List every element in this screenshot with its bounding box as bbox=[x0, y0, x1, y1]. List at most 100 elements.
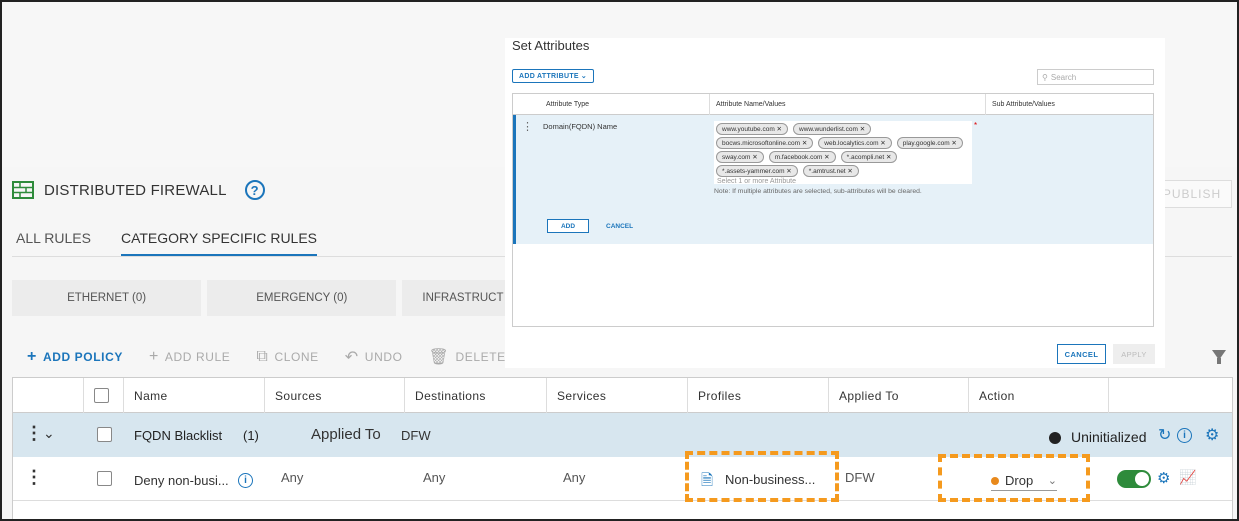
page-header: DISTRIBUTED FIREWALL ? bbox=[12, 180, 265, 200]
rules-toolbar: + ADD POLICY + ADD RULE ⧉ CLONE ↶ UNDO 🗑… bbox=[27, 347, 506, 367]
rule-enabled-toggle[interactable] bbox=[1117, 470, 1151, 488]
gear-icon[interactable]: ⚙ bbox=[1205, 425, 1219, 445]
attributes-table: Attribute Type Attribute Name/Values Sub… bbox=[512, 93, 1154, 327]
stats-icon[interactable]: 📈 bbox=[1179, 469, 1196, 486]
status-dot-icon bbox=[1049, 432, 1061, 444]
add-rule-label: ADD RULE bbox=[164, 350, 231, 364]
row-cancel-button[interactable]: CANCEL bbox=[606, 219, 633, 233]
policy-checkbox[interactable] bbox=[97, 427, 112, 442]
trash-icon: 🗑 bbox=[428, 349, 450, 366]
profiles-highlight-box bbox=[685, 451, 839, 502]
rule-services[interactable]: Any bbox=[563, 470, 585, 485]
value-chip[interactable]: web.localytics.com ✕ bbox=[818, 137, 892, 149]
undo-label: UNDO bbox=[364, 350, 403, 364]
info-icon[interactable]: i bbox=[238, 473, 253, 488]
add-policy-button[interactable]: + ADD POLICY bbox=[27, 348, 123, 366]
set-attributes-dialog: Set Attributes ADD ATTRIBUTE ⌄ ⚲ Search … bbox=[505, 38, 1165, 368]
policy-rule-count: (1) bbox=[243, 428, 259, 443]
rule-destinations[interactable]: Any bbox=[423, 470, 445, 485]
column-sources[interactable]: Sources bbox=[264, 378, 322, 413]
value-chip[interactable]: bocws.microsoftonline.com ✕ bbox=[716, 137, 814, 149]
attributes-table-header: Attribute Type Attribute Name/Values Sub… bbox=[513, 94, 1153, 115]
column-attribute-values: Attribute Name/Values bbox=[709, 94, 786, 115]
attribute-values-field[interactable]: www.youtube.com ✕ www.wunderlist.com ✕ b… bbox=[714, 121, 972, 185]
action-highlight-box bbox=[938, 454, 1090, 502]
chevron-down-icon[interactable]: ⌄ bbox=[43, 425, 55, 442]
plus-icon: + bbox=[148, 348, 159, 365]
column-destinations[interactable]: Destinations bbox=[404, 378, 486, 413]
policy-applied-to-label: Applied To bbox=[311, 426, 381, 443]
category-emergency[interactable]: EMERGENCY (0) bbox=[207, 280, 397, 316]
required-marker: * bbox=[974, 121, 978, 130]
undo-icon: ↶ bbox=[344, 349, 359, 366]
policy-applied-to-value[interactable]: DFW bbox=[401, 428, 431, 443]
page-title: DISTRIBUTED FIREWALL bbox=[44, 181, 227, 199]
select-all-checkbox[interactable] bbox=[94, 388, 109, 403]
attribute-row[interactable]: ⋮ Domain(FQDN) Name www.youtube.com ✕ ww… bbox=[513, 115, 1153, 244]
tab-category-specific-rules[interactable]: CATEGORY SPECIFIC RULES bbox=[120, 230, 318, 257]
dialog-title: Set Attributes bbox=[512, 38, 590, 53]
column-sub-attribute: Sub Attribute/Values bbox=[985, 94, 1055, 115]
gear-icon[interactable]: ⚙ bbox=[1157, 469, 1170, 487]
value-chip[interactable]: play.google.com ✕ bbox=[896, 137, 963, 149]
apply-button[interactable]: APPLY bbox=[1113, 344, 1155, 364]
header-checkbox-cell bbox=[83, 378, 109, 413]
rule-applied-to[interactable]: DFW bbox=[845, 470, 875, 485]
value-chip[interactable]: *.acompli.net ✕ bbox=[840, 151, 898, 163]
add-attribute-label: ADD ATTRIBUTE bbox=[519, 72, 579, 80]
clone-button[interactable]: ⧉ CLONE bbox=[256, 348, 318, 366]
rules-table: Name Sources Destinations Services Profi… bbox=[12, 377, 1233, 519]
search-icon: ⚲ bbox=[1042, 72, 1048, 82]
value-chip[interactable]: sway.com ✕ bbox=[716, 151, 764, 163]
search-input[interactable]: ⚲ Search bbox=[1037, 69, 1154, 85]
column-name[interactable]: Name bbox=[123, 378, 168, 413]
firewall-icon bbox=[12, 181, 34, 199]
info-icon[interactable]: i bbox=[1177, 428, 1192, 443]
row-add-button[interactable]: ADD bbox=[547, 219, 589, 233]
table-header: Name Sources Destinations Services Profi… bbox=[13, 378, 1232, 413]
plus-icon: + bbox=[27, 348, 37, 365]
value-chip[interactable]: www.youtube.com ✕ bbox=[716, 123, 789, 135]
category-bar: ETHERNET (0) EMERGENCY (0) INFRASTRUCT bbox=[12, 280, 512, 316]
value-chip[interactable]: *.assets-yammer.com ✕ bbox=[716, 165, 798, 177]
rule-checkbox[interactable] bbox=[97, 471, 112, 486]
help-icon[interactable]: ? bbox=[244, 180, 265, 200]
category-infrastructure[interactable]: INFRASTRUCT bbox=[402, 280, 512, 316]
filter-icon-stem bbox=[1217, 358, 1221, 364]
refresh-icon[interactable]: ↻ bbox=[1158, 425, 1171, 445]
attributes-note: Note: If multiple attributes are selecte… bbox=[714, 188, 922, 195]
cancel-button[interactable]: CANCEL bbox=[1057, 344, 1106, 364]
category-ethernet[interactable]: ETHERNET (0) bbox=[12, 280, 202, 316]
value-chip[interactable]: m.facebook.com ✕ bbox=[768, 151, 836, 163]
column-applied-to[interactable]: Applied To bbox=[828, 378, 899, 413]
value-chips: www.youtube.com ✕ www.wunderlist.com ✕ b… bbox=[714, 121, 972, 177]
clone-icon: ⧉ bbox=[256, 348, 269, 365]
row-menu-icon[interactable]: ⋮ bbox=[522, 120, 533, 133]
rule-menu-icon[interactable]: ⋮ bbox=[25, 467, 43, 488]
rule-sources[interactable]: Any bbox=[281, 470, 303, 485]
rule-name[interactable]: Deny non-busi... bbox=[134, 473, 229, 488]
add-attribute-button[interactable]: ADD ATTRIBUTE ⌄ bbox=[512, 69, 595, 83]
delete-button[interactable]: 🗑 DELETE bbox=[429, 347, 506, 367]
chevron-down-icon: ⌄ bbox=[580, 73, 588, 80]
column-extra bbox=[1108, 378, 1119, 413]
column-action[interactable]: Action bbox=[968, 378, 1015, 413]
delete-label: DELETE bbox=[455, 350, 506, 364]
policy-row[interactable]: ⋮ ⌄ FQDN Blacklist (1) Applied To DFW Un… bbox=[13, 413, 1232, 457]
clone-label: CLONE bbox=[274, 350, 319, 364]
value-chip[interactable]: *.amtrust.net ✕ bbox=[802, 165, 859, 177]
tab-all-rules[interactable]: ALL RULES bbox=[16, 230, 91, 257]
search-placeholder: Search bbox=[1050, 72, 1077, 82]
attribute-type: Domain(FQDN) Name bbox=[543, 122, 618, 131]
add-policy-label: ADD POLICY bbox=[42, 350, 123, 364]
column-services[interactable]: Services bbox=[546, 378, 606, 413]
values-placeholder: Select 1 or more Attribute bbox=[717, 178, 796, 185]
add-rule-button[interactable]: + ADD RULE bbox=[149, 348, 230, 366]
policy-menu-icon[interactable]: ⋮ bbox=[25, 423, 43, 444]
undo-button[interactable]: ↶ UNDO bbox=[345, 347, 403, 367]
column-profiles[interactable]: Profiles bbox=[687, 378, 741, 413]
policy-name[interactable]: FQDN Blacklist bbox=[134, 428, 222, 443]
value-chip[interactable]: www.wunderlist.com ✕ bbox=[793, 123, 872, 135]
screen-frame: DISTRIBUTED FIREWALL ? PUBLISH ALL RULES… bbox=[0, 0, 1239, 521]
policy-status: Uninitialized bbox=[1071, 429, 1147, 445]
